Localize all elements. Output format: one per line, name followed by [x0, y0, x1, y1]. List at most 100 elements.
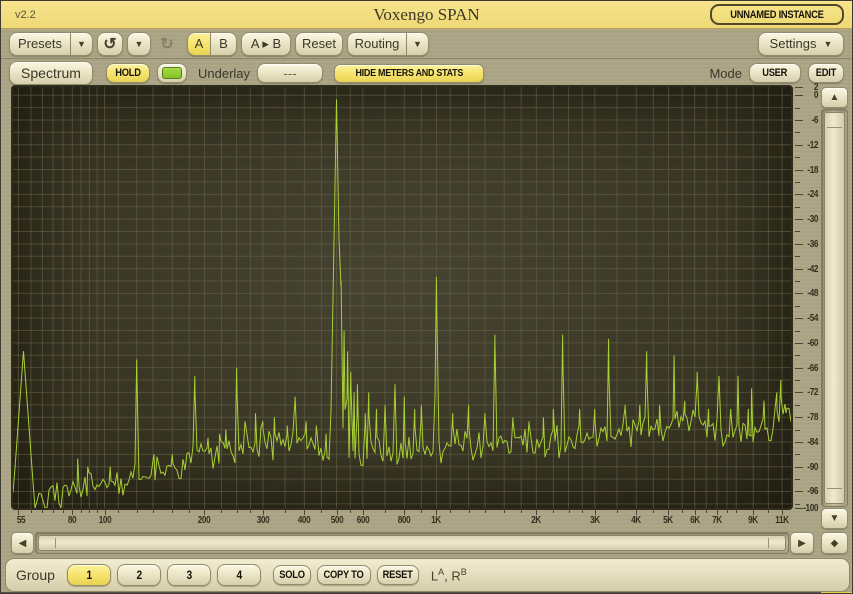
db-tick [795, 355, 800, 356]
hold-button[interactable]: HOLD [106, 63, 150, 83]
reset-button[interactable]: Reset [295, 32, 343, 56]
channel-assignment-label: LA, RB [431, 567, 467, 583]
db-tick [795, 207, 800, 208]
routing-dropdown-button[interactable]: ▼ [407, 32, 429, 56]
db-tick [795, 256, 800, 257]
freq-tick [221, 509, 222, 513]
group-4-button[interactable]: 4 [217, 564, 261, 586]
freq-label: 11K [771, 515, 792, 526]
chevron-down-icon: ▼ [824, 39, 833, 49]
db-label: -90 [803, 462, 818, 473]
scroll-down-button[interactable]: ▼ [821, 508, 848, 529]
freq-tick [137, 509, 138, 513]
db-label: -100 [803, 503, 818, 514]
scroll-left-button[interactable]: ◀ [11, 532, 34, 554]
v-scrollbar-track[interactable] [821, 109, 848, 507]
freq-label: 4K [625, 515, 646, 526]
group-1-button[interactable]: 1 [67, 564, 111, 586]
presets-button[interactable]: Presets [9, 32, 71, 56]
freq-tick [53, 509, 54, 513]
freq-label: 3K [584, 515, 605, 526]
group-3-button[interactable]: 3 [167, 564, 211, 586]
db-tick [795, 244, 803, 245]
copy-to-button[interactable]: COPY TO [317, 565, 371, 585]
instance-name-button[interactable]: UNNAMED INSTANCE [710, 4, 844, 25]
spectrum-curve-canvas[interactable] [13, 87, 791, 508]
db-label: -84 [803, 437, 818, 448]
group-label: Group [16, 567, 55, 583]
db-tick [795, 231, 800, 232]
thumb-cap [827, 127, 842, 128]
presets-dropdown-button[interactable]: ▼ [71, 32, 93, 56]
freq-label: 800 [393, 515, 414, 526]
underlay-select-button[interactable]: --- [257, 63, 323, 83]
db-tick [795, 219, 803, 220]
db-tick [795, 405, 800, 406]
freq-tick [736, 509, 737, 513]
underlay-color-swatch-button[interactable] [157, 63, 187, 83]
freq-tick [553, 509, 554, 513]
freq-tick [42, 509, 43, 513]
freq-tick [350, 509, 351, 513]
freq-label: 400 [293, 515, 314, 526]
instance-name-label: UNNAMED INSTANCE [730, 9, 823, 21]
ab-compare-a-button[interactable]: A [187, 32, 211, 56]
h-scrollbar-thumb[interactable] [38, 535, 786, 551]
freq-tick [653, 509, 654, 513]
freq-tick [450, 509, 451, 513]
db-label: -72 [803, 387, 818, 398]
db-ruler: 20-6-12-18-24-30-36-42-48-54-60-66-72-78… [794, 87, 820, 519]
zoom-resize-button[interactable]: ◆ [821, 532, 848, 554]
spectrum-curve [13, 99, 791, 508]
settings-button[interactable]: Settings▼ [758, 32, 844, 56]
db-tick [795, 120, 803, 121]
freq-label: 7K [706, 515, 727, 526]
solo-button[interactable]: SOLO [273, 565, 311, 585]
group-2-button[interactable]: 2 [117, 564, 161, 586]
db-tick [795, 108, 800, 109]
title-bar: v2.2 Voxengo SPAN UNNAMED INSTANCE [1, 1, 852, 29]
freq-tick [237, 509, 238, 513]
db-tick [795, 145, 803, 146]
undo-button[interactable]: ↺ [97, 32, 123, 56]
db-label: -36 [803, 239, 818, 250]
freq-tick [421, 509, 422, 513]
scroll-up-button[interactable]: ▲ [821, 87, 848, 108]
h-scrollbar-track[interactable] [35, 532, 789, 554]
thumb-cap [827, 488, 842, 489]
hide-meters-button[interactable]: HIDE METERS AND STATS [334, 64, 484, 83]
freq-tick [285, 509, 286, 513]
db-label: -54 [803, 313, 818, 324]
freq-tick [768, 509, 769, 513]
mode-user-button[interactable]: USER [749, 63, 801, 83]
mode-edit-button[interactable]: EDIT [808, 63, 844, 83]
db-tick [795, 182, 800, 183]
group-reset-button[interactable]: RESET [377, 565, 419, 585]
redo-button: ↻ [155, 32, 179, 56]
db-tick [795, 380, 800, 381]
right-arrow-icon: ▶ [798, 538, 806, 549]
group-bar: Group 1 2 3 4 SOLO COPY TO RESET LA, RB [5, 558, 850, 592]
db-tick [795, 132, 800, 133]
thumb-cap [55, 538, 56, 548]
tab-spectrum[interactable]: Spectrum [9, 61, 93, 85]
db-tick [795, 269, 803, 270]
copy-a-to-b-button[interactable]: A ▸ B [241, 32, 291, 56]
db-tick [795, 95, 803, 96]
db-tick [795, 479, 800, 480]
history-dropdown-button[interactable]: ▼ [127, 32, 151, 56]
ab-compare-b-button[interactable]: B [211, 32, 237, 56]
db-tick [795, 157, 800, 158]
mode-label: Mode [709, 66, 742, 81]
freq-tick [153, 509, 154, 513]
left-arrow-icon: ◀ [19, 538, 27, 549]
scroll-right-button[interactable]: ▶ [790, 532, 814, 554]
freq-tick [118, 509, 119, 513]
db-tick [795, 331, 800, 332]
db-tick [795, 368, 803, 369]
db-tick [795, 467, 803, 468]
v-scrollbar-thumb[interactable] [824, 112, 845, 504]
spectrum-plot[interactable] [11, 85, 793, 510]
db-tick [795, 442, 803, 443]
routing-button[interactable]: Routing [347, 32, 407, 56]
